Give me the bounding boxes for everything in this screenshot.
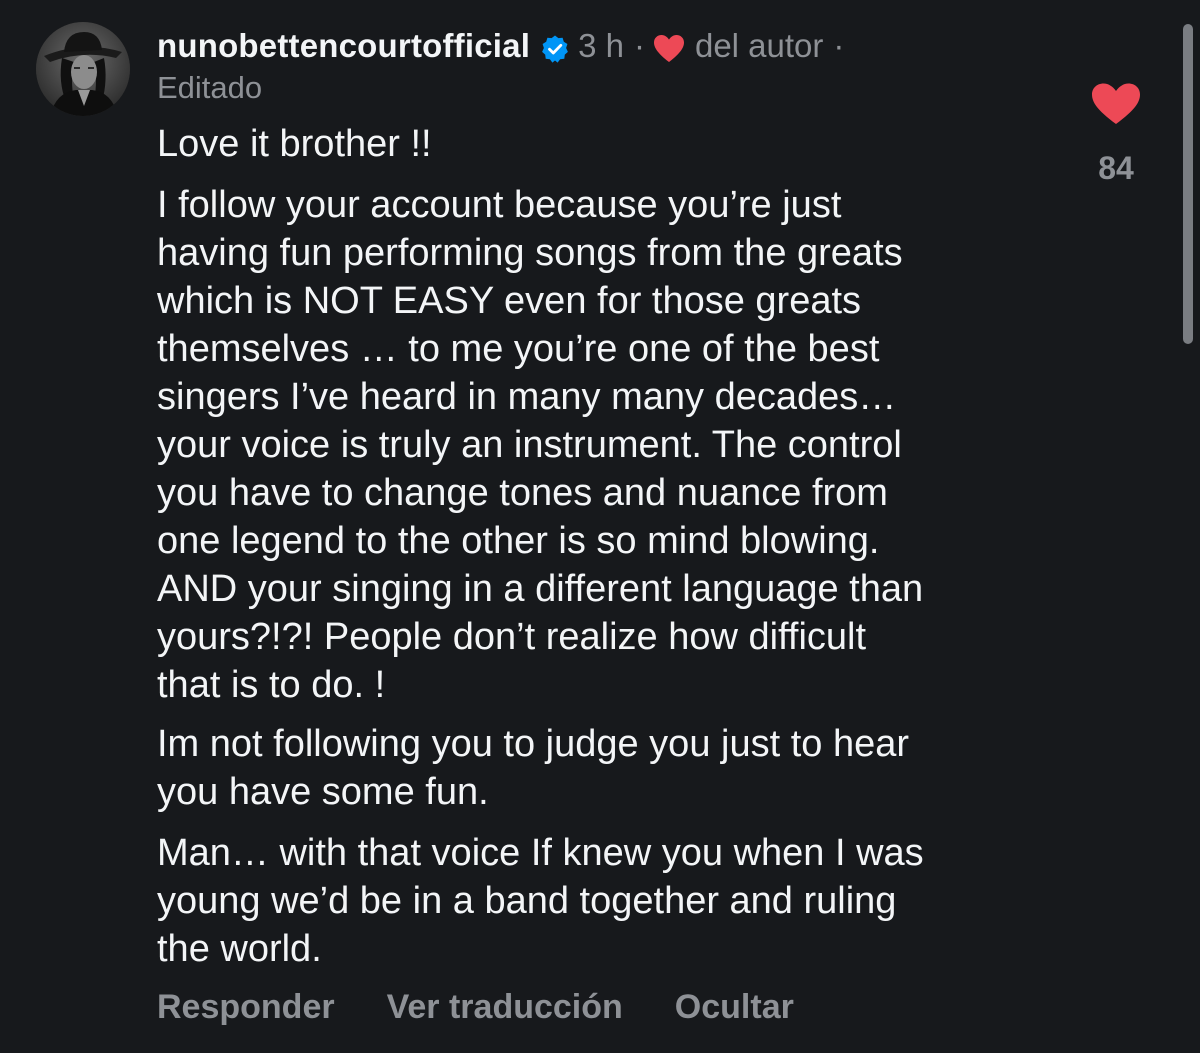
author-liked-label: del autor: [694, 27, 824, 64]
meta-separator: ·: [633, 27, 645, 64]
hide-button[interactable]: Ocultar: [675, 988, 794, 1027]
comment-paragraph: Im not following you to judge you just t…: [157, 723, 910, 813]
edited-label: Editado: [157, 70, 263, 105]
comment-paragraph: I follow your account because you’re jus…: [157, 184, 924, 706]
like-count: 84: [1098, 150, 1134, 186]
comment-item: nunobettencourtofficial 3 h · del autor …: [0, 0, 1200, 1053]
reply-button[interactable]: Responder: [157, 988, 335, 1027]
verified-badge-icon: [540, 31, 570, 63]
avatar-photo: [36, 22, 130, 116]
author-heart-icon: [653, 31, 685, 62]
meta-separator-trailing: ·: [833, 27, 845, 64]
comment-time: 3 h: [578, 27, 624, 64]
comment-paragraph: Love it brother !!: [157, 123, 432, 165]
comment-actions: Responder Ver traducción Ocultar: [157, 984, 794, 1030]
see-translation-button[interactable]: Ver traducción: [387, 988, 623, 1027]
comment-paragraph: Man… with that voice If knew you when I …: [157, 832, 924, 970]
avatar[interactable]: [36, 22, 130, 116]
scrollbar[interactable]: [1183, 24, 1193, 344]
like-heart-icon[interactable]: [1090, 82, 1142, 126]
comment-header: nunobettencourtofficial 3 h · del autor …: [157, 24, 844, 68]
username-link[interactable]: nunobettencourtofficial: [157, 24, 530, 68]
